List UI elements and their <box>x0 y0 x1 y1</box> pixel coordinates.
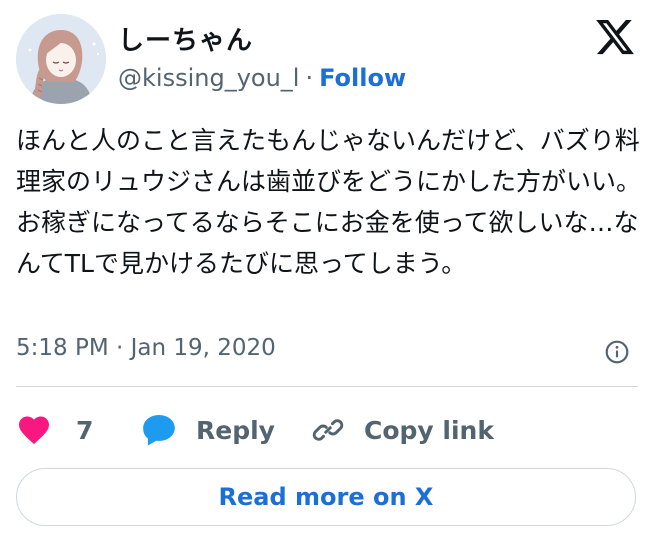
follow-button[interactable]: Follow <box>319 64 406 92</box>
tweet-card: しーちゃん @kissing_you_l · Follow ほんと人のこと言えたもん… <box>0 0 656 550</box>
tweet-timestamp[interactable]: 5:18 PM · Jan 19, 2020 <box>16 335 276 361</box>
author-handle[interactable]: @kissing_you_l <box>118 64 299 92</box>
link-icon <box>312 419 344 441</box>
reply-label: Reply <box>196 415 275 445</box>
like-count: 7 <box>76 415 94 445</box>
copy-link-label: Copy link <box>364 415 494 445</box>
speech-bubble-icon <box>143 414 175 446</box>
author-handle-line: @kissing_you_l · Follow <box>118 64 406 92</box>
like-button[interactable]: 7 <box>16 410 93 450</box>
reply-button[interactable]: Reply <box>140 410 275 450</box>
heart-icon <box>19 416 49 445</box>
avatar[interactable] <box>16 14 106 104</box>
copy-link-button[interactable]: Copy link <box>310 410 494 450</box>
author-display-name[interactable]: しーちゃん <box>118 20 253 57</box>
info-icon[interactable] <box>604 339 630 365</box>
tweet-text: ほんと人のこと言えたもんじゃないんだけど、バズり料理家のリュウジさんは歯並びをど… <box>16 126 642 278</box>
avatar-illustration-icon <box>16 14 106 104</box>
divider <box>16 386 638 387</box>
read-more-button[interactable]: Read more on X <box>16 468 636 526</box>
handle-separator: · <box>305 64 314 92</box>
read-more-label: Read more on X <box>218 483 434 511</box>
x-logo-icon[interactable] <box>594 16 636 58</box>
